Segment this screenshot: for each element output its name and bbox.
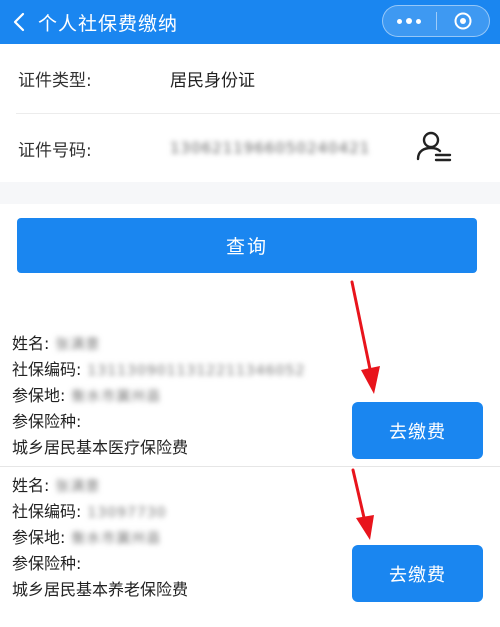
record-code: 社保编码: 13097730 [12,498,167,522]
id-number-row: 证件号码: 1306211966050240421 [0,114,500,182]
more-dots-icon [395,18,423,24]
record-type-value: 城乡居民基本养老保险费 [12,580,189,599]
id-number-input[interactable]: 1306211966050240421 [170,139,370,157]
code-label: 社保编码: [12,360,82,379]
record-type-label: 参保险种: [12,550,81,574]
record-place: 参保地: 衡水市冀州县 [12,382,161,406]
id-type-row[interactable]: 证件类型: 居民身份证 [0,44,500,112]
name-value: 张满意 [55,337,101,353]
type-label: 参保险种: [12,554,82,573]
navigation-bar: 个人社保费缴纳 [0,0,500,44]
pay-button[interactable]: 去缴费 [352,402,483,459]
red-arrow-icon [351,468,374,540]
id-type-label: 证件类型: [18,70,92,91]
id-card-scan-icon[interactable] [414,128,454,166]
close-target-icon [454,12,472,30]
pay-button[interactable]: 去缴费 [352,545,483,602]
record-code: 社保编码: 1311309011312211346052 [12,356,305,380]
back-button[interactable] [2,0,36,44]
record-type-value: 城乡居民基本医疗保险费 [12,438,189,457]
record-name: 姓名: 张满意 [12,472,100,496]
page-title: 个人社保费缴纳 [38,12,179,35]
mini-program-capsule [382,5,490,37]
section-spacer [0,182,500,204]
record-name: 姓名: 张满意 [12,330,100,354]
type-label: 参保险种: [12,412,82,431]
code-value: 13097730 [87,505,167,521]
query-button[interactable]: 查询 [17,218,477,273]
place-value: 衡水市冀州县 [71,531,162,547]
name-value: 张满意 [55,479,101,495]
back-chevron-icon [13,12,25,32]
id-form: 证件类型: 居民身份证 证件号码: 1306211966050240421 [0,44,500,182]
code-label: 社保编码: [12,502,82,521]
more-button[interactable] [383,6,436,36]
place-label: 参保地: [12,528,66,547]
code-value: 1311309011312211346052 [87,363,306,379]
record-type-label: 参保险种: [12,408,81,432]
record-divider [0,466,500,467]
red-arrow-icon [350,280,380,394]
name-label: 姓名: [12,476,50,495]
record-place: 参保地: 衡水市冀州县 [12,524,161,548]
place-value: 衡水市冀州县 [71,389,162,405]
place-label: 参保地: [12,386,66,405]
id-type-value[interactable]: 居民身份证 [170,66,255,91]
id-number-label: 证件号码: [18,140,92,161]
name-label: 姓名: [12,334,50,353]
close-button[interactable] [437,6,490,36]
